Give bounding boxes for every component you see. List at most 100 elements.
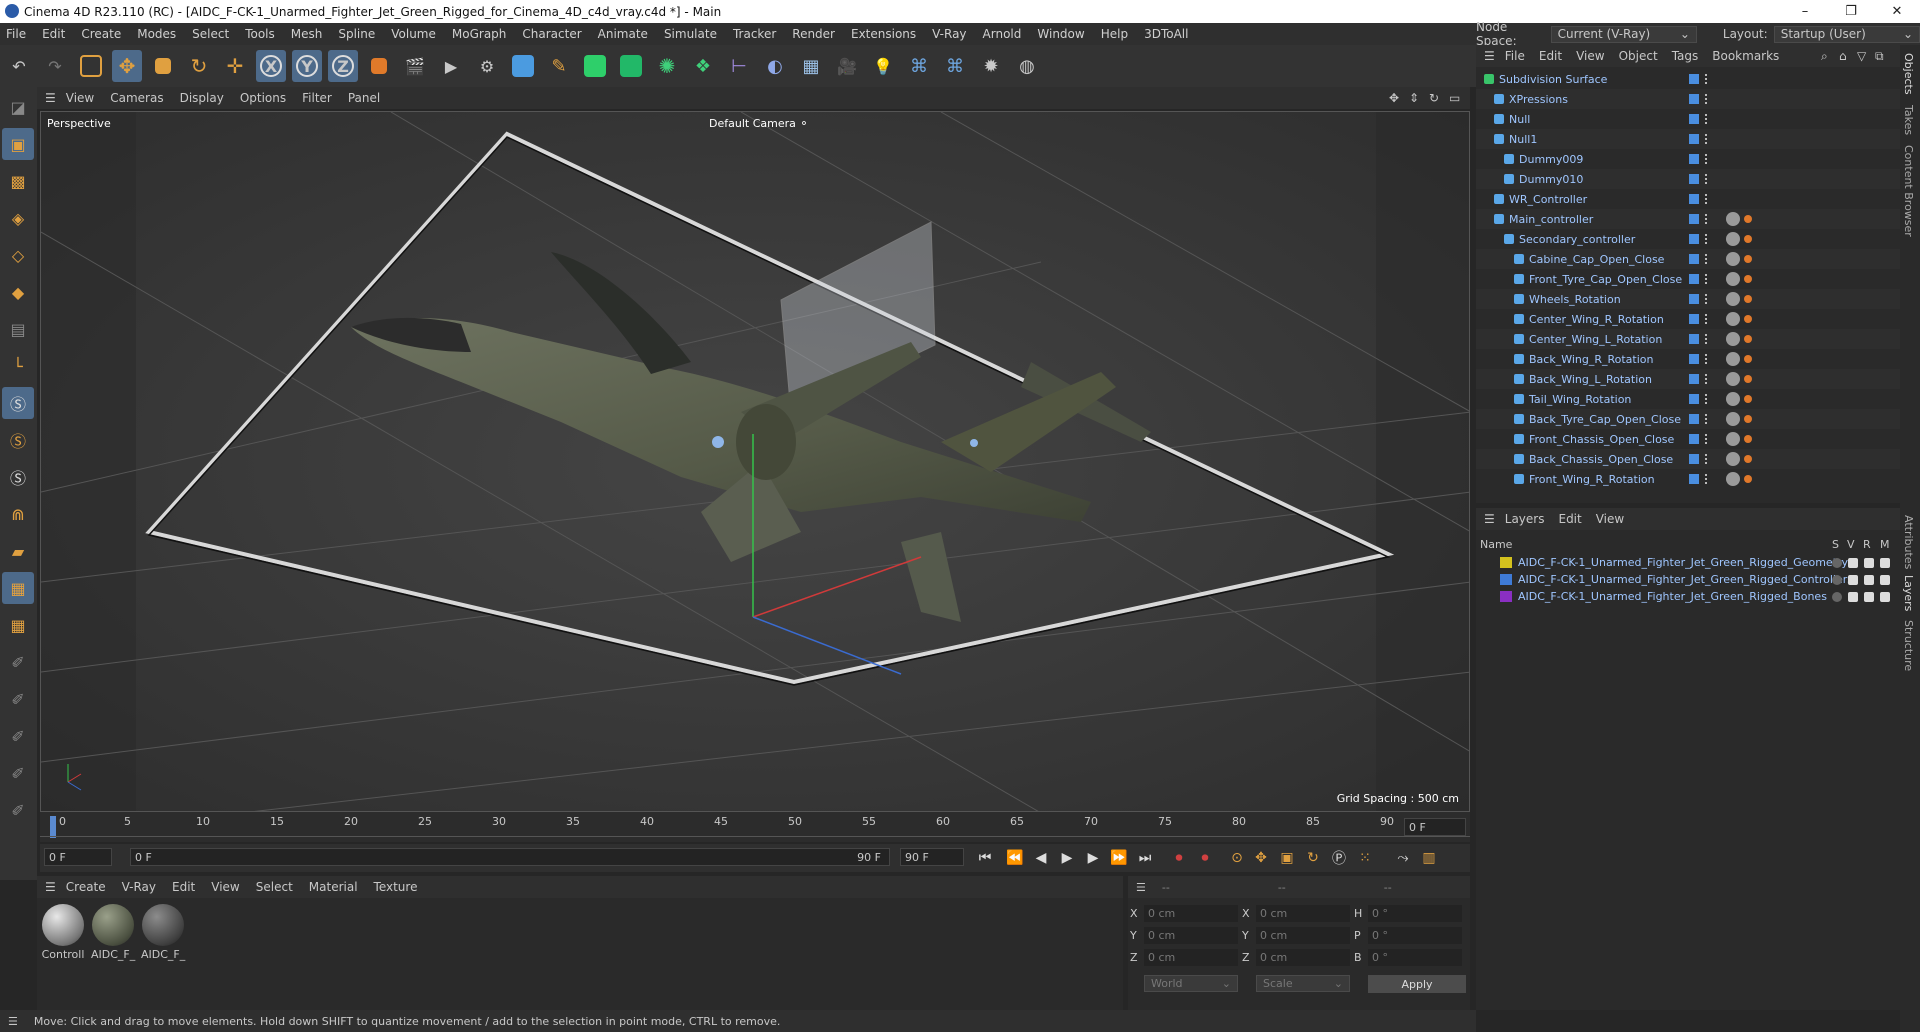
field-button[interactable]: ◐ (760, 50, 790, 82)
minimize-button[interactable]: – (1782, 0, 1828, 23)
visibility-dots-icon[interactable] (1705, 334, 1709, 344)
go-to-end-button[interactable]: ⏭ (1134, 848, 1156, 868)
object-menu-bookmarks[interactable]: Bookmarks (1712, 49, 1779, 63)
rotate-button[interactable]: ↻ (184, 50, 214, 82)
object-row[interactable]: Back_Wing_L_Rotation (1476, 369, 1900, 389)
key-position-button[interactable]: ✥ (1250, 848, 1272, 868)
size-mode-select[interactable]: Scale ⌄ (1256, 975, 1350, 992)
constraint-tag-icon[interactable] (1744, 455, 1752, 463)
layer-row[interactable]: AIDC_F-CK-1_Unarmed_Fighter_Jet_Green_Ri… (1476, 588, 1900, 605)
layer-color-icon[interactable] (1689, 114, 1699, 124)
node-space-select[interactable]: Current (V-Ray) ⌄ (1550, 25, 1697, 43)
mograph-button[interactable]: ❖ (688, 50, 718, 82)
playhead[interactable] (50, 816, 56, 838)
tab-structure[interactable]: Structure (1902, 620, 1915, 671)
material-tag-icon[interactable] (1726, 372, 1740, 386)
hamburger-icon[interactable]: ☰ (8, 1015, 18, 1028)
tab-layers[interactable]: Layers (1902, 575, 1915, 611)
render-toggle-icon[interactable] (1864, 591, 1874, 602)
material-tag-icon[interactable] (1726, 472, 1740, 486)
key-rotation-button[interactable]: ↻ (1302, 848, 1324, 868)
close-button[interactable]: ✕ (1874, 0, 1920, 23)
menu-animate[interactable]: Animate (598, 27, 648, 41)
object-row[interactable]: Cabine_Cap_Open_Close (1476, 249, 1900, 269)
solo-toggle-icon[interactable] (1832, 574, 1842, 585)
manager-toggle-icon[interactable] (1880, 591, 1890, 602)
material-menu-material[interactable]: Material (309, 880, 358, 894)
layer-color-icon[interactable] (1689, 414, 1699, 424)
viewport-menu-view[interactable]: View (66, 91, 94, 105)
size-x-field[interactable]: 0 cm (1256, 904, 1350, 922)
constraint-tag-icon[interactable] (1744, 395, 1752, 403)
material-tag-icon[interactable] (1726, 292, 1740, 306)
redo-button[interactable]: ↷ (40, 50, 70, 82)
constraint-tag-icon[interactable] (1744, 435, 1752, 443)
visibility-dots-icon[interactable] (1705, 394, 1709, 404)
axis-mode-button[interactable]: └ (2, 350, 34, 382)
menu-volume[interactable]: Volume (391, 27, 436, 41)
object-row[interactable]: Front_Wing_R_Rotation (1476, 469, 1900, 489)
filter-icon[interactable]: ▽ (1857, 49, 1866, 63)
hamburger-icon[interactable]: ☰ (1484, 49, 1495, 63)
menu-select[interactable]: Select (192, 27, 229, 41)
search-icon[interactable]: ⌕ (1821, 49, 1828, 64)
auto-key-button[interactable]: ⏺ (1194, 848, 1216, 868)
z-axis-button[interactable]: Z (328, 50, 358, 82)
material-tag-icon[interactable] (1726, 232, 1740, 246)
play-button[interactable]: ▶ (1056, 848, 1078, 868)
timeline-window-button[interactable]: ▥ (1418, 848, 1440, 868)
workplane-grid-button[interactable]: ▦ (2, 572, 34, 604)
menu-arnold[interactable]: Arnold (983, 27, 1022, 41)
material-menu-texture[interactable]: Texture (374, 880, 418, 894)
material-thumbnail[interactable]: Controll (41, 904, 85, 961)
constraint-tag-icon[interactable] (1744, 355, 1752, 363)
render-region-button[interactable]: 🎬 (400, 50, 430, 82)
viewport-menu-filter[interactable]: Filter (302, 91, 332, 105)
eye-icon[interactable] (1848, 591, 1858, 602)
menu-mesh[interactable]: Mesh (291, 27, 323, 41)
eye-icon[interactable] (1848, 574, 1858, 585)
new-window-icon[interactable]: ⧉ (1875, 49, 1884, 64)
viewport-move-icon[interactable]: ✥ (1389, 91, 1399, 105)
snap-settings-button[interactable]: Ⓢ (2, 424, 34, 456)
material-tag-icon[interactable] (1726, 392, 1740, 406)
material-tag-icon[interactable] (1726, 352, 1740, 366)
previous-frame-button[interactable]: ◀ (1030, 848, 1052, 868)
material-tag-icon[interactable] (1726, 252, 1740, 266)
object-row[interactable]: Main_controller (1476, 209, 1900, 229)
viewport-menu-cameras[interactable]: Cameras (110, 91, 163, 105)
cloner-button[interactable]: ✺ (652, 50, 682, 82)
object-row[interactable]: Front_Chassis_Open_Close (1476, 429, 1900, 449)
material-thumbnail[interactable]: AIDC_F_ (141, 904, 185, 961)
layer-color-icon[interactable] (1689, 274, 1699, 284)
material-tag-icon[interactable] (1726, 272, 1740, 286)
deformer-button[interactable]: ⊢ (724, 50, 754, 82)
viewport-menu-options[interactable]: Options (240, 91, 286, 105)
menu-mograph[interactable]: MoGraph (452, 27, 507, 41)
polygons-mode-button[interactable]: ◆ (2, 276, 34, 308)
vray-settings-button[interactable]: ✹ (976, 50, 1006, 82)
layer-row[interactable]: AIDC_F-CK-1_Unarmed_Fighter_Jet_Green_Ri… (1476, 571, 1900, 588)
visibility-dots-icon[interactable] (1705, 294, 1709, 304)
eye-icon[interactable] (1848, 557, 1858, 568)
key-pla-button[interactable]: ⁙ (1354, 848, 1376, 868)
motion-mode-button[interactable]: ⤳ (1392, 848, 1414, 868)
menu-create[interactable]: Create (81, 27, 121, 41)
light-button[interactable]: 💡 (868, 50, 898, 82)
tab-takes[interactable]: Takes (1902, 105, 1915, 135)
x-axis-button[interactable]: X (256, 50, 286, 82)
points-mode-button[interactable]: ◈ (2, 202, 34, 234)
tab-content-browser[interactable]: Content Browser (1902, 145, 1915, 237)
constraint-tag-icon[interactable] (1744, 215, 1752, 223)
object-row[interactable]: Secondary_controller (1476, 229, 1900, 249)
layer-color-icon[interactable] (1689, 374, 1699, 384)
layer-color-icon[interactable] (1689, 394, 1699, 404)
object-menu-object[interactable]: Object (1619, 49, 1658, 63)
constraint-tag-icon[interactable] (1744, 295, 1752, 303)
hamburger-icon[interactable]: ☰ (1136, 881, 1146, 894)
tweak-button[interactable]: ⋒ (2, 498, 34, 530)
menu-3dtoall[interactable]: 3DToAll (1144, 27, 1188, 41)
menu-vray[interactable]: V-Ray (932, 27, 966, 41)
spline-pen-button[interactable]: ✎ (544, 50, 574, 82)
position-y-field[interactable]: 0 cm (1144, 926, 1238, 944)
